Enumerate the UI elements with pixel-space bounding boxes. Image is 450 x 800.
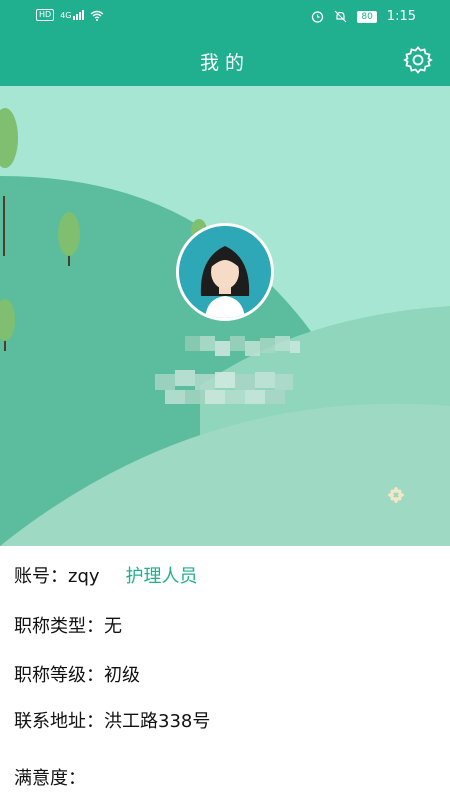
title-type-value: 无 (104, 616, 122, 637)
satisfaction-label: 满意度： (14, 768, 86, 789)
4g-signal-icon: 4G (60, 10, 85, 20)
female-avatar-icon (179, 226, 271, 318)
hd-icon: HD (36, 9, 55, 21)
page-title: 我的 (199, 52, 250, 74)
avatar[interactable] (176, 223, 274, 321)
gear-icon[interactable] (402, 44, 434, 76)
status-left: HD 4G (36, 9, 104, 21)
satisfaction-row: 满意度： (14, 764, 86, 790)
battery-icon: 80 (357, 10, 377, 23)
status-time: 1:15 (386, 9, 416, 24)
title-type-label: 职称类型： (14, 616, 104, 637)
status-right: 80 1:15 (311, 9, 416, 24)
wifi-icon (91, 10, 104, 21)
address-row: 联系地址：洪工路338号 (14, 707, 210, 733)
flower-icon (388, 487, 404, 503)
title-bar: 我的 (0, 34, 450, 86)
address-label: 联系地址： (14, 711, 104, 732)
account-value: zqy (68, 566, 100, 587)
status-bar: HD 4G 80 1:15 (0, 0, 450, 34)
title-level-label: 职称等级： (14, 665, 104, 686)
alarm-icon (312, 11, 324, 23)
account-label: 账号： (14, 566, 68, 587)
mute-icon (334, 10, 347, 23)
account-row: 账号：zqy 护理人员 (14, 562, 198, 588)
role-label: 护理人员 (125, 566, 198, 587)
address-value: 洪工路338号 (104, 711, 211, 732)
title-type-row: 职称类型：无 (14, 612, 122, 638)
title-level-row: 职称等级：初级 (14, 661, 140, 687)
title-level-value: 初级 (104, 665, 140, 686)
